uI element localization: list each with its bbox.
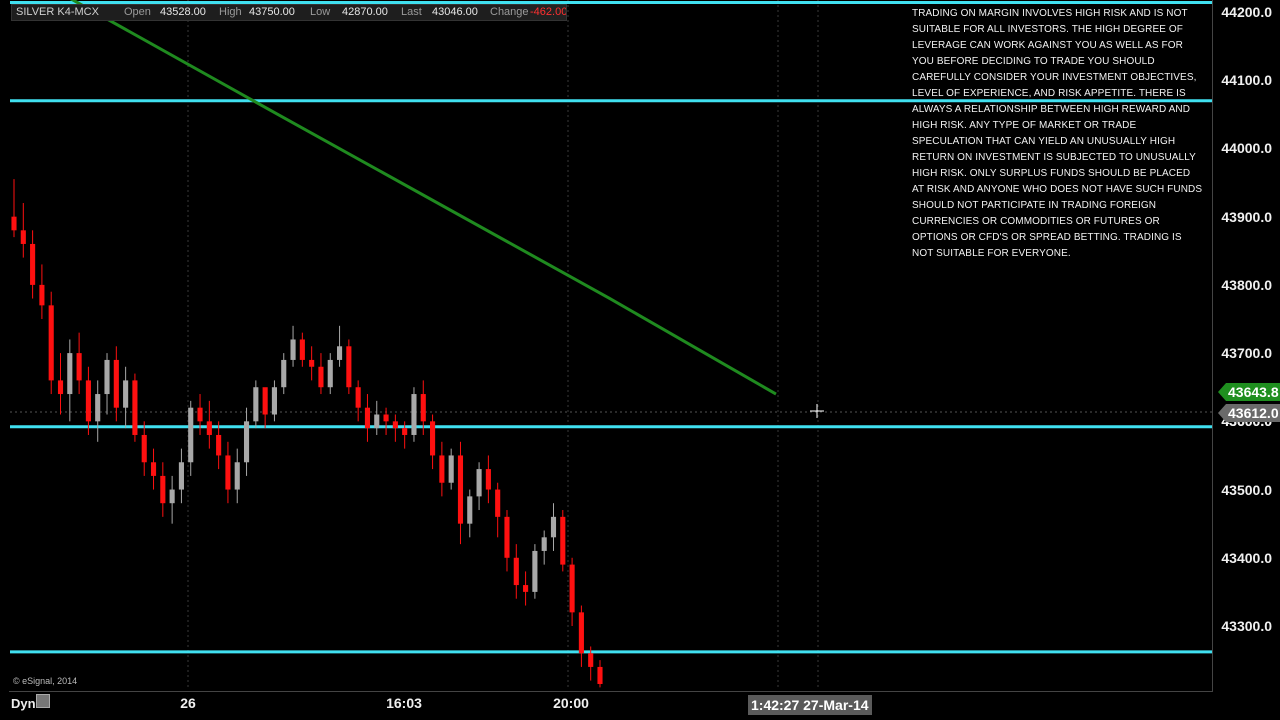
candle-body	[206, 421, 212, 435]
open-label: Open	[124, 6, 151, 18]
y-tick-label: 43900.0	[1221, 208, 1272, 225]
y-tick-label: 44000.0	[1221, 140, 1272, 157]
open-value: 43528.00	[160, 6, 206, 18]
trend-line	[69, 0, 777, 396]
candle-body	[57, 380, 64, 395]
high-label: High	[219, 6, 242, 18]
candle-body	[430, 421, 436, 456]
candle-body	[169, 489, 175, 504]
candle-body	[85, 380, 91, 422]
candle-body	[550, 516, 557, 538]
candle-body	[523, 585, 529, 592]
candle-body	[76, 353, 82, 381]
y-tick-label: 44200.0	[1221, 4, 1272, 20]
x-axis-line	[9, 691, 1212, 692]
candle-body	[216, 434, 222, 456]
y-tick-label: 43300.0	[1221, 618, 1272, 634]
candle-body	[188, 407, 194, 463]
candle-body	[150, 462, 157, 476]
change-value: -462.00	[530, 5, 567, 20]
x-tick-label: 26	[180, 695, 196, 711]
y-tick-label: 43500.0	[1221, 481, 1272, 498]
candle-body	[467, 496, 473, 524]
candle-body	[420, 394, 426, 422]
candle-body	[104, 359, 110, 395]
candle-body	[485, 469, 491, 490]
candle-body	[560, 516, 566, 565]
candle-body	[11, 216, 17, 231]
candle-body	[513, 557, 519, 586]
candle-body	[336, 346, 343, 360]
last-value: 43046.00	[432, 6, 478, 18]
symbol-info-bar: SILVER K4-MCX Open 43528.00 High 43750.0…	[11, 4, 567, 21]
settings-icon[interactable]	[36, 694, 50, 708]
y-tick-label: 43700.0	[1221, 345, 1272, 362]
low-label: Low	[310, 6, 331, 18]
x-tick-label: 20:00	[553, 695, 589, 711]
candle-body	[197, 407, 203, 422]
y-tick-label: 43800.0	[1221, 276, 1272, 293]
candle-body	[364, 407, 371, 429]
candle-body	[411, 394, 417, 435]
candle-body	[569, 564, 575, 613]
candle-body	[597, 666, 603, 684]
candle-body	[95, 394, 101, 422]
candle-body	[132, 380, 138, 435]
high-value: 43750.00	[249, 6, 295, 18]
x-tick-label: 16:03	[386, 695, 422, 711]
cursor-time-readout: 1:42:27 27-Mar-14	[748, 695, 872, 715]
y-axis-line	[1212, 0, 1213, 692]
candle-body	[495, 489, 501, 517]
candle-body	[327, 359, 333, 388]
candle-body	[67, 353, 73, 395]
candle-body	[383, 414, 389, 422]
candle-body	[160, 475, 166, 504]
candle-body	[271, 387, 278, 415]
change-label: Change	[490, 6, 529, 18]
candle-body	[281, 359, 287, 388]
candle-body	[30, 243, 36, 285]
candle-body	[392, 421, 398, 429]
candle-body	[39, 284, 45, 306]
candle-body	[234, 462, 240, 490]
low-value: 42870.00	[342, 6, 388, 18]
candle-body	[504, 516, 510, 558]
cursor-price-flag: 43612.0	[1218, 404, 1280, 422]
y-tick-label: 44100.0	[1221, 72, 1272, 89]
candle-body	[346, 346, 352, 388]
candle-body	[253, 387, 259, 422]
candle-body	[402, 428, 408, 435]
candle-body	[309, 359, 315, 367]
candle-body	[262, 387, 268, 415]
candle-body	[532, 550, 538, 592]
candle-body	[476, 469, 482, 497]
candle-body	[299, 339, 305, 360]
candle-body	[541, 537, 547, 551]
candle-body	[355, 387, 361, 408]
y-tick-label: 43400.0	[1221, 549, 1272, 566]
candle-body	[448, 455, 454, 483]
candle-body	[439, 455, 445, 483]
candle-body	[243, 421, 250, 463]
candle-body	[20, 230, 26, 244]
dyn-label[interactable]: Dyn	[11, 696, 36, 711]
copyright-text: © eSignal, 2014	[13, 676, 78, 686]
candle-body	[290, 339, 296, 360]
last-price-flag: 43643.8	[1218, 383, 1280, 401]
candle-body	[178, 462, 184, 490]
candle-body	[123, 380, 129, 408]
candle-body	[225, 455, 231, 490]
candle-body	[588, 653, 594, 667]
candle-body	[318, 366, 324, 388]
candle-body	[141, 434, 147, 463]
candle-body	[48, 305, 54, 381]
last-label: Last	[401, 6, 422, 18]
symbol-name: SILVER K4-MCX	[16, 6, 99, 18]
candle-body	[578, 612, 584, 654]
candle-body	[374, 414, 380, 429]
candle-body	[457, 455, 464, 524]
candle-body	[113, 359, 119, 408]
risk-disclaimer: TRADING ON MARGIN INVOLVES HIGH RISK AND…	[912, 8, 1203, 259]
